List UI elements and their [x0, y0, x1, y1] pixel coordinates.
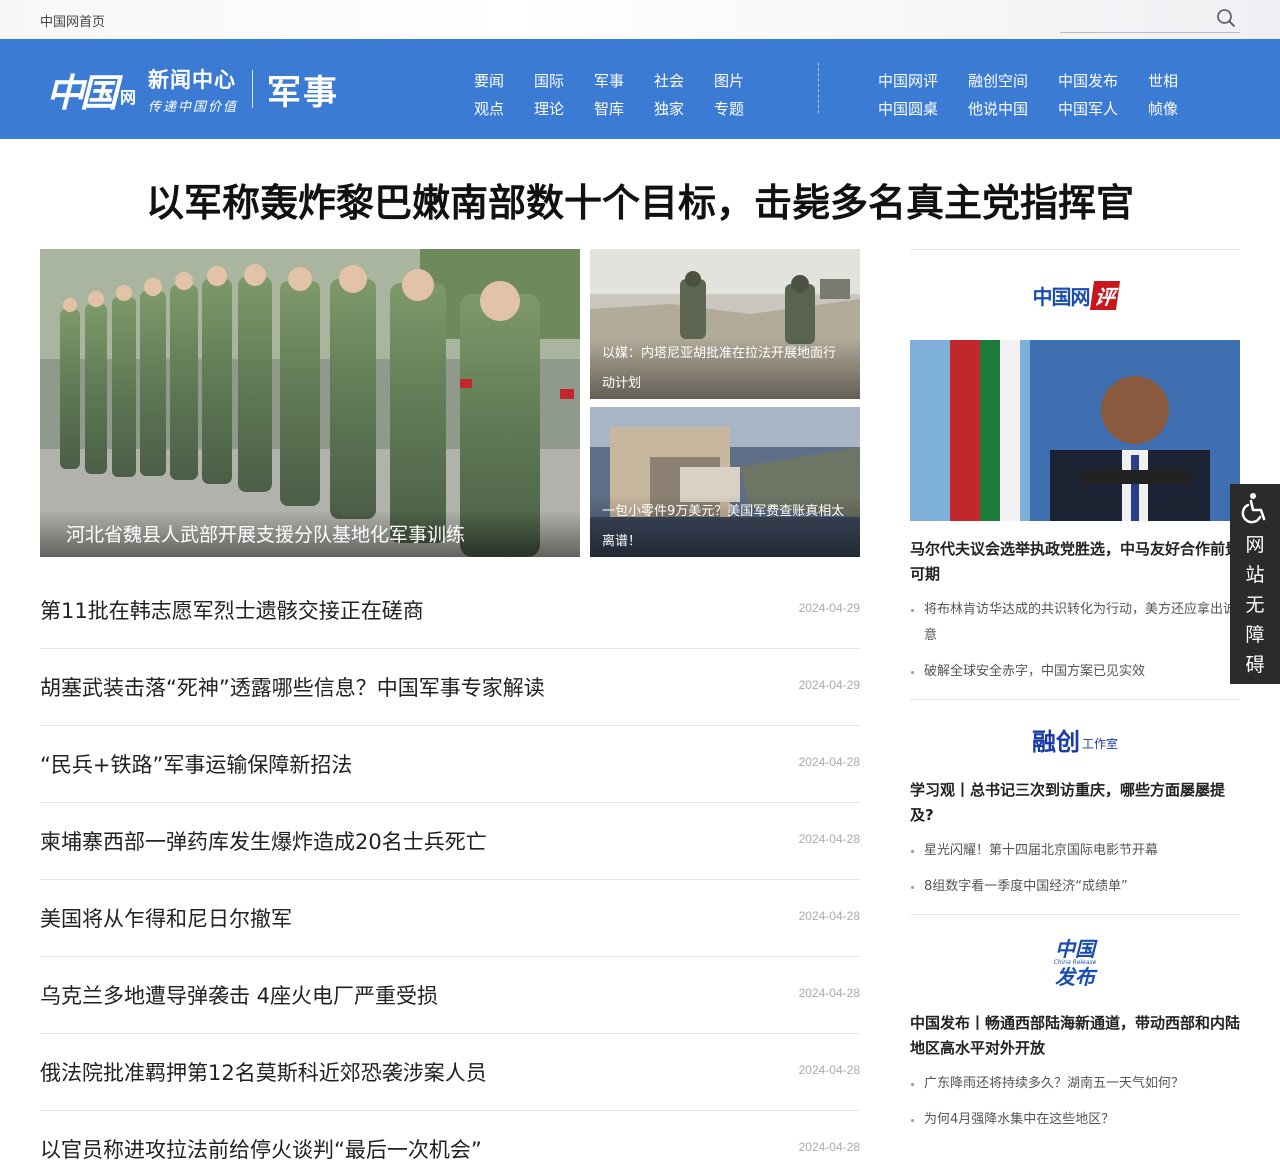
rongchuang-logo-small: 工作室	[1081, 736, 1118, 751]
nav-item[interactable]: 融创空间	[968, 67, 1058, 95]
news-title[interactable]: 乌克兰多地遭导弹袭击 4座火电厂严重受损	[40, 980, 438, 1010]
news-date: 2024-04-28	[798, 909, 860, 923]
hero-side1-caption: 以媒：内塔尼亚胡批准在拉法开展地面行动计划	[590, 337, 860, 399]
hero-main-caption: 河北省魏县人武部开展支援分队基地化军事训练	[40, 510, 580, 557]
logo-center-title: 新闻中心	[148, 67, 237, 92]
top-bar: 中国网首页	[0, 0, 1280, 39]
fabu-block: 中国 China Release 发布 中国发布丨畅通西部陆海新通道，带动西部和…	[910, 914, 1240, 1133]
fabu-title[interactable]: 中国发布丨畅通西部陆海新通道，带动西部和内陆地区高水平对外开放	[910, 1011, 1240, 1061]
list-item[interactable]: 为何4月强降水集中在这些地区？	[910, 1107, 1240, 1133]
rongchuang-logo-big: 融创	[1031, 727, 1080, 756]
nav-item[interactable]: 中国军人	[1058, 95, 1148, 123]
nav-item[interactable]: 观点	[474, 95, 534, 123]
nav-item[interactable]: 要闻	[474, 67, 534, 95]
news-list: 第11批在韩志愿军烈士遗骸交接正在磋商 2024-04-29 胡塞武装击落“死神”…	[40, 572, 860, 1167]
list-item[interactable]: 星光闪耀！第十四届北京国际电影节开幕	[910, 838, 1240, 864]
review-photo[interactable]	[910, 340, 1240, 521]
nav-item[interactable]: 军事	[594, 67, 654, 95]
home-link[interactable]: 中国网首页	[40, 11, 105, 30]
fabu-logo[interactable]: 中国 China Release 发布	[910, 915, 1240, 1011]
news-title[interactable]: 俄法院批准羁押第12名莫斯科近郊恐袭涉案人员	[40, 1057, 487, 1087]
nav-item[interactable]: 他说中国	[968, 95, 1058, 123]
logo-divider	[252, 70, 254, 108]
nav-item[interactable]: 智库	[594, 95, 654, 123]
search-icon[interactable]	[1216, 8, 1236, 28]
list-item[interactable]: 广东降雨还将持续多久？湖南五一天气如何？	[910, 1071, 1240, 1097]
list-item: 以官员称进攻拉法前给停火谈判“最后一次机会” 2024-04-28	[40, 1111, 860, 1167]
rongchuang-list: 星光闪耀！第十四届北京国际电影节开幕 8组数字看一季度中国经济“成绩单”	[910, 838, 1240, 900]
review-block: 中国网 评 马尔代夫议会选举执政党胜选，中马友好合作前景可期 将布林肯访华达成的…	[910, 249, 1240, 685]
nav-item[interactable]: 社会	[654, 67, 714, 95]
rongchuang-title[interactable]: 学习观丨总书记三次到访重庆，哪些方面屡屡提及?	[910, 778, 1240, 828]
news-title[interactable]: 第11批在韩志愿军烈士遗骸交接正在磋商	[40, 595, 424, 625]
logo-center-slogan: 传递中国价值	[148, 99, 239, 115]
news-date: 2024-04-28	[798, 832, 860, 846]
news-date: 2024-04-28	[798, 1063, 860, 1077]
search-box	[1060, 6, 1240, 33]
news-title[interactable]: 胡塞武装击落“死神”透露哪些信息？中国军事专家解读	[40, 672, 545, 702]
sidebar: 中国网 评 马尔代夫议会选举执政党胜选，中马友好合作前景可期 将布林肯访华达成的…	[910, 249, 1240, 1147]
news-date: 2024-04-29	[798, 601, 860, 615]
secondary-nav: 中国网评 中国圆桌 融创空间 他说中国 中国发布 中国军人 世相 帧像	[878, 67, 1208, 123]
list-item: 第11批在韩志愿军烈士遗骸交接正在磋商 2024-04-29	[40, 572, 860, 649]
site-logo[interactable]: 中国 网 新闻中心 传递中国价值 军事	[46, 61, 339, 117]
list-item: “民兵+铁路”军事运输保障新招法 2024-04-28	[40, 726, 860, 803]
hero-side-story[interactable]: 以媒：内塔尼亚胡批准在拉法开展地面行动计划	[590, 249, 860, 399]
fabu-list: 广东降雨还将持续多久？湖南五一天气如何？ 为何4月强降水集中在这些地区？	[910, 1071, 1240, 1133]
news-title[interactable]: 柬埔寨西部一弹药库发生爆炸造成20名士兵死亡	[40, 826, 487, 856]
rongchuang-block: 融创 工作室 学习观丨总书记三次到访重庆，哪些方面屡屡提及? 星光闪耀！第十四届…	[910, 699, 1240, 900]
hero-side-story[interactable]: 一包小零件9万美元？美国军费查账真相太离谱！	[590, 407, 860, 557]
search-input[interactable]	[1060, 6, 1210, 30]
nav-item[interactable]: 世相	[1148, 67, 1208, 95]
hero-side2-caption: 一包小零件9万美元？美国军费查账真相太离谱！	[590, 495, 860, 557]
logo-news-center: 新闻中心 传递中国价值	[148, 64, 238, 115]
news-date: 2024-04-28	[798, 1140, 860, 1154]
list-item[interactable]: 破解全球安全赤字，中国方案已见实效	[910, 659, 1240, 685]
news-date: 2024-04-28	[798, 986, 860, 1000]
hero-main-story[interactable]: 河北省魏县人武部开展支援分队基地化军事训练	[40, 249, 580, 557]
accessibility-label: 网站无障碍	[1245, 534, 1265, 676]
review-list: 将布林肯访华达成的共识转化为行动，美方还应拿出诚意 破解全球安全赤字，中国方案已…	[910, 597, 1240, 685]
list-item[interactable]: 8组数字看一季度中国经济“成绩单”	[910, 874, 1240, 900]
site-header: 中国 网 新闻中心 传递中国价值 军事 要闻 观点 国际 理论 军事 智库 社会…	[0, 39, 1280, 139]
logo-wang: 网	[120, 88, 137, 107]
main-nav: 要闻 观点 国际 理论 军事 智库 社会 独家 图片 专题	[474, 67, 774, 123]
review-logo-ping: 评	[1089, 280, 1120, 310]
news-title[interactable]: “民兵+铁路”军事运输保障新招法	[40, 749, 352, 779]
review-title[interactable]: 马尔代夫议会选举执政党胜选，中马友好合作前景可期	[910, 537, 1240, 587]
wheelchair-icon	[1241, 493, 1266, 524]
news-title[interactable]: 美国将从乍得和尼日尔撤军	[40, 903, 292, 933]
nav-item[interactable]: 理论	[534, 95, 594, 123]
list-item: 俄法院批准羁押第12名莫斯科近郊恐袭涉案人员 2024-04-28	[40, 1034, 860, 1111]
list-item: 乌克兰多地遭导弹袭击 4座火电厂严重受损 2024-04-28	[40, 957, 860, 1034]
fabu-logo-top: 中国	[1054, 937, 1095, 961]
nav-item[interactable]: 中国发布	[1058, 67, 1148, 95]
list-item: 胡塞武装击落“死神”透露哪些信息？中国军事专家解读 2024-04-29	[40, 649, 860, 726]
accessibility-button[interactable]: 网站无障碍	[1230, 484, 1280, 684]
review-logo[interactable]: 中国网 评	[910, 250, 1240, 340]
news-date: 2024-04-29	[798, 678, 860, 692]
nav-item[interactable]: 独家	[654, 95, 714, 123]
nav-divider	[818, 63, 819, 113]
nav-item[interactable]: 中国圆桌	[878, 95, 968, 123]
list-item: 柬埔寨西部一弹药库发生爆炸造成20名士兵死亡 2024-04-28	[40, 803, 860, 880]
list-item: 美国将从乍得和尼日尔撤军 2024-04-28	[40, 880, 860, 957]
list-item[interactable]: 将布林肯访华达成的共识转化为行动，美方还应拿出诚意	[910, 597, 1240, 649]
headline[interactable]: 以军称轰炸黎巴嫩南部数十个目标，击毙多名真主党指挥官	[0, 172, 1280, 227]
logo-mark: 中国	[46, 69, 118, 115]
nav-item[interactable]: 图片	[714, 67, 774, 95]
rongchuang-logo[interactable]: 融创 工作室	[910, 700, 1240, 778]
nav-item[interactable]: 国际	[534, 67, 594, 95]
fabu-logo-bottom: 发布	[1054, 965, 1095, 989]
section-title: 军事	[267, 72, 340, 113]
news-date: 2024-04-28	[798, 755, 860, 769]
nav-item[interactable]: 中国网评	[878, 67, 968, 95]
review-logo-cn: 中国网	[1032, 284, 1091, 309]
nav-item[interactable]: 专题	[714, 95, 774, 123]
nav-item[interactable]: 帧像	[1148, 95, 1208, 123]
news-title[interactable]: 以官员称进攻拉法前给停火谈判“最后一次机会”	[40, 1134, 482, 1164]
